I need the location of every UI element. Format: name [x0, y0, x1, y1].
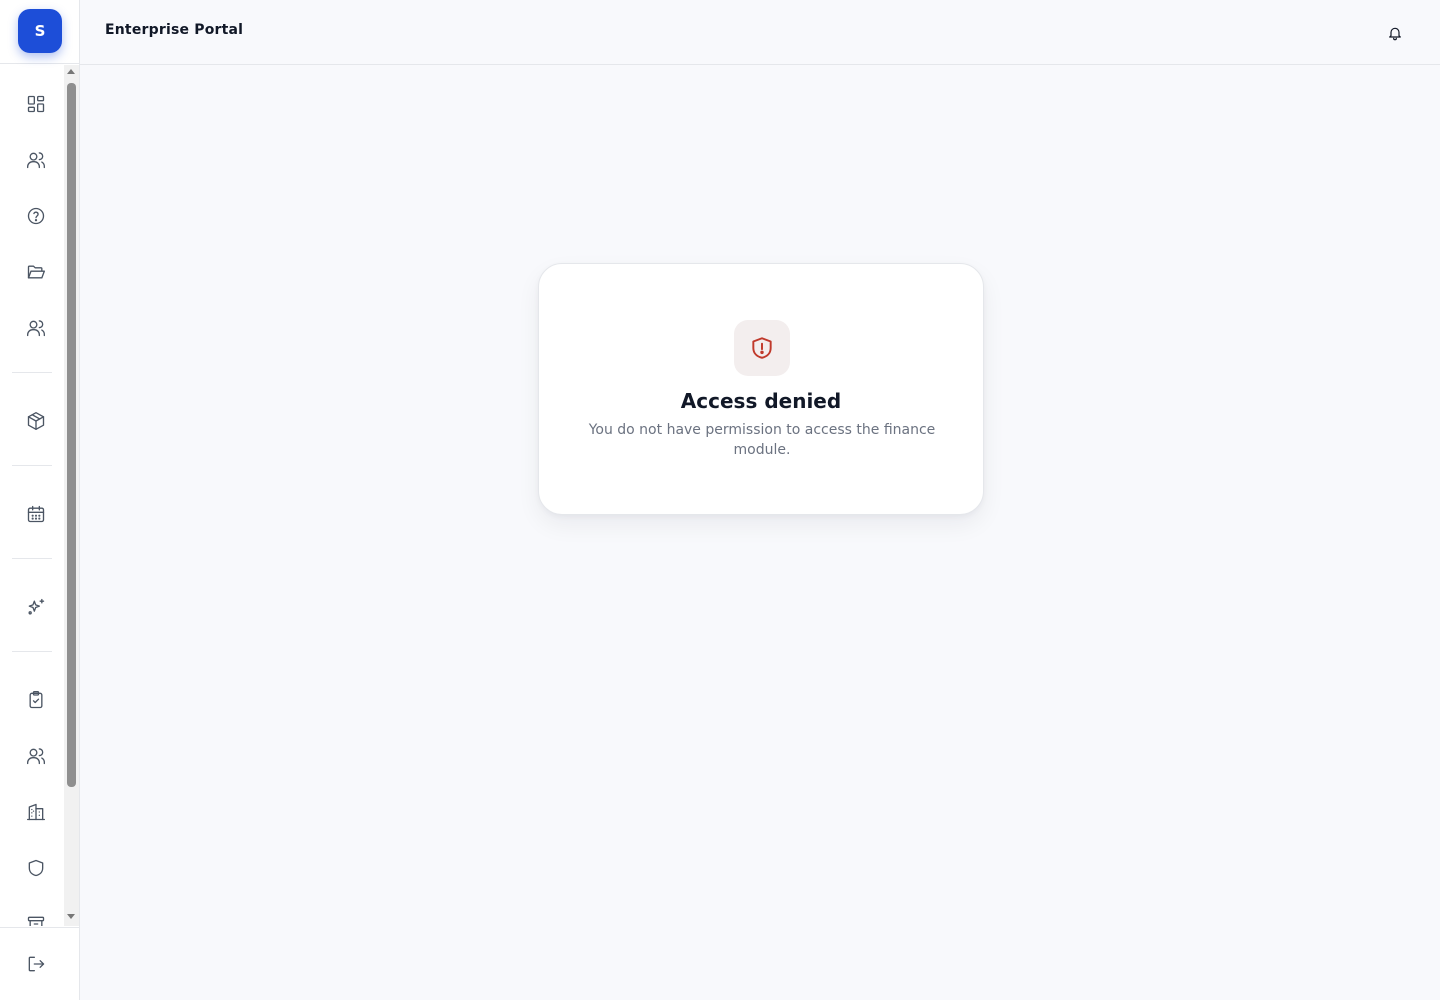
scroll-down-arrow-icon[interactable] — [67, 914, 75, 919]
scroll-up-arrow-icon[interactable] — [67, 69, 75, 74]
nav-files[interactable] — [16, 252, 56, 292]
nav-products[interactable] — [16, 401, 56, 441]
nav-tasks[interactable] — [16, 680, 56, 720]
nav-ai[interactable] — [16, 587, 56, 627]
nav-calendar[interactable] — [16, 494, 56, 534]
brand-avatar[interactable]: S — [18, 9, 62, 53]
access-denied-title: Access denied — [680, 389, 842, 413]
nav-organization[interactable] — [16, 792, 56, 832]
nav-people[interactable] — [16, 736, 56, 776]
nav-team[interactable] — [16, 308, 56, 348]
scrollbar-thumb[interactable] — [67, 83, 76, 787]
building-icon — [27, 803, 45, 821]
nav-archive[interactable] — [16, 904, 56, 926]
team-icon — [27, 320, 45, 337]
sidebar-footer — [0, 927, 79, 1000]
bell-icon — [1389, 27, 1401, 41]
top-header: Enterprise Portal — [80, 0, 1440, 65]
sidebar-header: S — [0, 0, 79, 64]
nav-divider — [12, 465, 52, 466]
nav-divider — [12, 558, 52, 559]
nav-users[interactable] — [16, 140, 56, 180]
archive-icon — [27, 916, 45, 926]
sidebar: S — [0, 0, 80, 1000]
package-icon — [27, 412, 45, 430]
logout-icon — [28, 956, 45, 972]
app-title: Enterprise Portal — [105, 22, 244, 38]
folder-open-icon — [27, 265, 45, 279]
calendar-icon — [27, 505, 45, 523]
access-denied-card: Access denied You do not have permission… — [538, 263, 984, 515]
nav-divider — [12, 372, 52, 373]
people-icon — [27, 748, 45, 765]
clipboard-check-icon — [29, 691, 43, 709]
shield-alert-icon — [752, 337, 772, 359]
nav-dashboard[interactable] — [16, 84, 56, 124]
logout-button[interactable] — [16, 944, 56, 984]
help-circle-icon — [27, 207, 45, 225]
shield-icon — [28, 859, 44, 877]
alert-icon-container — [734, 320, 790, 376]
access-denied-message: You do not have permission to access the… — [588, 422, 936, 458]
notifications-button[interactable] — [1383, 21, 1407, 45]
users-icon — [27, 152, 45, 169]
dashboard-icon — [27, 95, 45, 113]
nav-security[interactable] — [16, 848, 56, 888]
sparkles-icon — [28, 598, 45, 615]
nav-help[interactable] — [16, 196, 56, 236]
nav-divider — [12, 651, 52, 652]
